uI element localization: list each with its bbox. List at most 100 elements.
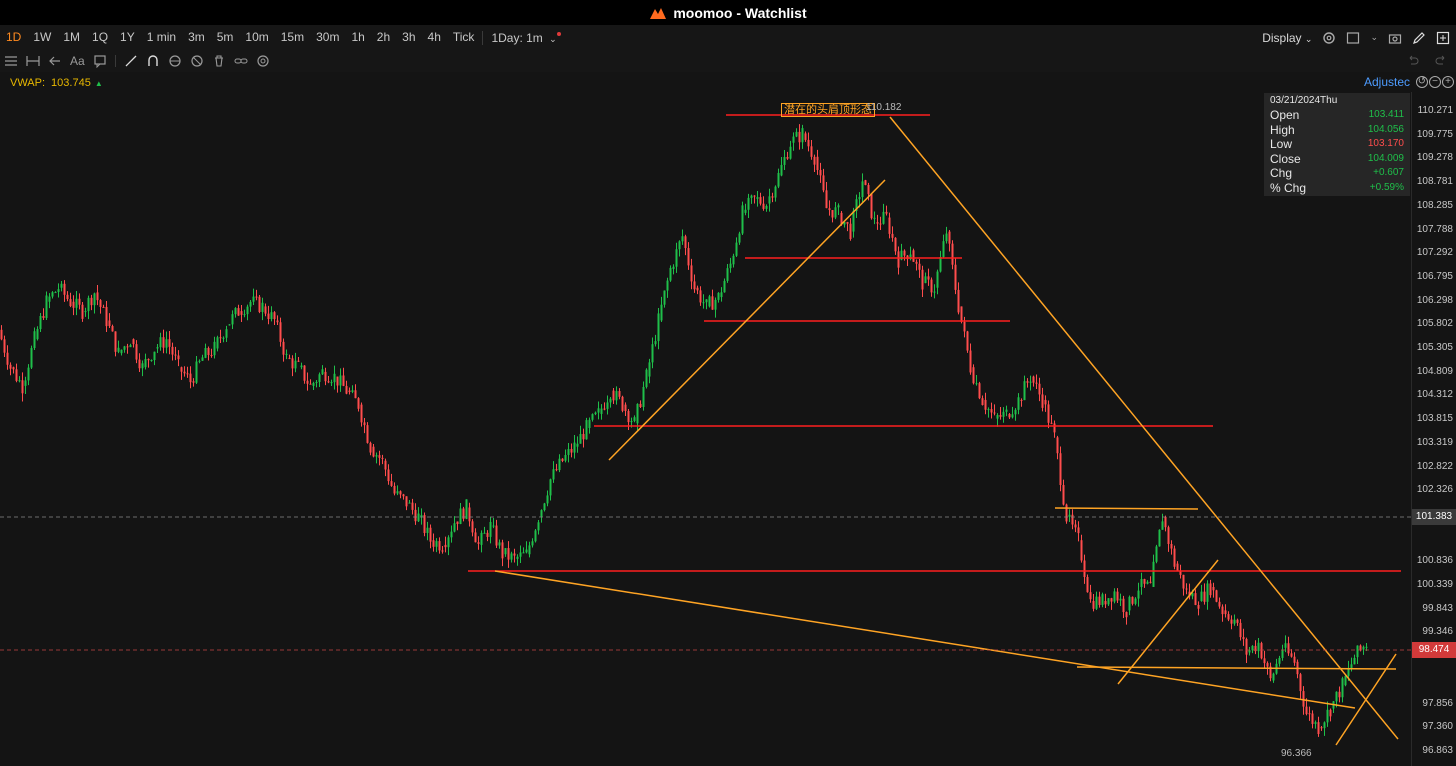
candle-body xyxy=(57,289,60,293)
candle-body xyxy=(885,211,888,214)
candle-body xyxy=(423,515,426,533)
candle-body xyxy=(831,210,834,218)
ohlc-value: +0.59% xyxy=(1369,181,1404,193)
candle-body xyxy=(729,263,732,269)
ohlc-label: Open xyxy=(1270,108,1300,122)
reset-icon[interactable]: ↺ xyxy=(1416,76,1428,88)
candle-body xyxy=(240,311,243,315)
candle-body xyxy=(1080,540,1083,561)
timeframe-5m[interactable]: 5m xyxy=(211,25,240,50)
timeframe-tick[interactable]: Tick xyxy=(447,25,481,50)
timeframe-1d[interactable]: 1D xyxy=(0,25,27,50)
candle-body xyxy=(804,133,807,140)
candle-body xyxy=(177,355,180,360)
timeframe-30m[interactable]: 30m xyxy=(310,25,345,50)
camera-icon[interactable] xyxy=(1388,31,1402,45)
candle-body xyxy=(852,210,855,232)
candle-body xyxy=(708,296,711,307)
timeframe-3h[interactable]: 3h xyxy=(396,25,421,50)
display-dropdown[interactable]: Display ⌄ xyxy=(1262,31,1312,45)
text-tool[interactable]: Aa xyxy=(70,54,85,68)
candle-body xyxy=(609,398,612,403)
indicator-menu-icon[interactable] xyxy=(4,54,18,68)
candle-body xyxy=(822,175,825,191)
candle-body xyxy=(441,550,444,552)
candle-body xyxy=(597,408,600,413)
candle-body xyxy=(735,242,738,256)
candle-body xyxy=(534,530,537,542)
candle-body xyxy=(501,542,504,559)
layout-icon[interactable] xyxy=(1346,31,1360,45)
gear-icon[interactable] xyxy=(1322,31,1336,45)
trend-line[interactable] xyxy=(608,179,886,461)
pen-icon[interactable] xyxy=(1412,31,1426,45)
settings-icon[interactable] xyxy=(256,54,270,68)
hide-icon[interactable] xyxy=(190,54,204,68)
candle-body xyxy=(210,354,213,356)
magnet-icon[interactable] xyxy=(146,54,160,68)
adjusted-label[interactable]: Adjustec xyxy=(1364,75,1410,89)
chevron-down-icon[interactable]: ⌄ xyxy=(1370,32,1378,43)
price-axis[interactable]: 110.271 109.775 109.278 108.781 108.285 107.7… xyxy=(1411,92,1456,766)
trend-line[interactable] xyxy=(1335,653,1397,746)
candle-body xyxy=(600,408,603,414)
timeframe-4h[interactable]: 4h xyxy=(422,25,447,50)
timeframe-1m[interactable]: 1M xyxy=(57,25,86,50)
candle-body xyxy=(117,347,120,352)
candle-body xyxy=(639,403,642,408)
link-icon[interactable] xyxy=(234,54,248,68)
candlestick-chart[interactable] xyxy=(0,92,1411,766)
candle-body xyxy=(336,376,339,386)
candle-body xyxy=(621,396,624,411)
comment-icon[interactable] xyxy=(93,54,107,68)
candle-body xyxy=(1317,722,1320,734)
timeframe-1-min[interactable]: 1 min xyxy=(141,25,182,50)
trend-line[interactable] xyxy=(1054,507,1199,510)
candle-body xyxy=(1218,601,1221,607)
candle-body xyxy=(786,157,789,159)
trend-line[interactable] xyxy=(1117,559,1219,685)
candle-body xyxy=(87,297,90,312)
candle-body xyxy=(339,375,342,386)
timeframe-2h[interactable]: 2h xyxy=(371,25,396,50)
zoom-out-icon[interactable]: − xyxy=(1429,76,1441,88)
candle-body xyxy=(717,292,720,300)
visibility-icon[interactable] xyxy=(168,54,182,68)
timeframe-1h[interactable]: 1h xyxy=(345,25,370,50)
redo-icon[interactable] xyxy=(1434,53,1448,67)
zoom-in-icon[interactable]: + xyxy=(1442,76,1454,88)
timeframe-1q[interactable]: 1Q xyxy=(86,25,114,50)
candle-body xyxy=(420,515,423,517)
pattern-annotation[interactable]: 潜在的头肩顶形态 xyxy=(781,103,875,117)
compare-icon[interactable] xyxy=(26,54,40,68)
day-interval-dropdown[interactable]: 1Day: 1m ⌄ xyxy=(485,31,562,45)
timeframe-15m[interactable]: 15m xyxy=(275,25,310,50)
timeframe-1y[interactable]: 1Y xyxy=(114,25,141,50)
candle-body xyxy=(1026,381,1029,383)
timeframe-10m[interactable]: 10m xyxy=(239,25,274,50)
candle-body xyxy=(1338,691,1341,698)
candle-body xyxy=(354,390,357,399)
vwap-label[interactable]: VWAP: xyxy=(10,77,45,89)
fullscreen-icon[interactable] xyxy=(1436,31,1450,45)
timeframe-1w[interactable]: 1W xyxy=(27,25,57,50)
undo-icon[interactable] xyxy=(1406,53,1420,67)
timeframe-3m[interactable]: 3m xyxy=(182,25,211,50)
candle-body xyxy=(315,382,318,384)
arrow-left-icon[interactable] xyxy=(48,54,62,68)
candle-body xyxy=(90,297,93,306)
candle-body xyxy=(324,371,327,382)
candle-body xyxy=(1221,606,1224,615)
candle-body xyxy=(234,308,237,315)
trend-line[interactable] xyxy=(494,570,1356,709)
candle-body xyxy=(1017,397,1020,410)
candle-body xyxy=(666,280,669,291)
trash-icon[interactable] xyxy=(212,54,226,68)
candle-body xyxy=(573,442,576,453)
trend-line-icon[interactable] xyxy=(124,54,138,68)
drawings xyxy=(0,114,1411,746)
candle-body xyxy=(1158,529,1161,547)
candle-body xyxy=(1245,639,1248,655)
candle-body xyxy=(1059,453,1062,486)
candle-body xyxy=(546,495,549,504)
